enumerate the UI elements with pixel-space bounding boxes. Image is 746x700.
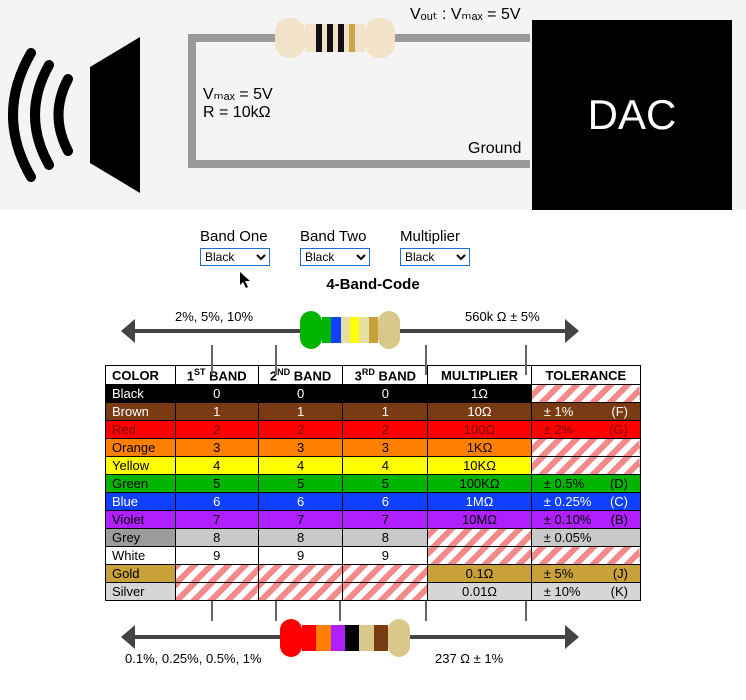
cursor-icon — [240, 272, 252, 291]
band1-select[interactable]: Black — [200, 248, 270, 266]
band-controls: Band One Black Band Two Black Multiplier… — [0, 210, 746, 276]
bottom-resistor-diagram: 0.1%, 0.25%, 0.5%, 1% 237 Ω ± 1% — [105, 605, 641, 665]
table-row: Green555100KΩ± 0.5%(D) — [106, 475, 641, 493]
table-row: White999 — [106, 547, 641, 565]
table-row: Silver0.01Ω± 10%(K) — [106, 583, 641, 601]
multiplier-select[interactable]: Black — [400, 248, 470, 266]
speaker-icon — [5, 35, 195, 195]
top-resistor-diagram: 2%, 5%, 10% 560k Ω ± 5% — [105, 295, 641, 365]
resistor-top — [275, 18, 395, 58]
band2-label: Band Two — [300, 228, 370, 245]
resistor-color-chart: 4-Band-Code 2%, 5%, 10% 560k Ω ± 5% C — [0, 276, 746, 675]
table-row: Gold0.1Ω± 5%(J) — [106, 565, 641, 583]
band2-select[interactable]: Black — [300, 248, 370, 266]
r-label: R = 10kΩ — [203, 104, 271, 122]
table-row: Blue6661MΩ± 0.25%(C) — [106, 493, 641, 511]
circuit-diagram: Vₒᵤₜ : Vₘₐₓ = 5V Vₘₐₓ = 5V R = 10kΩ Grou… — [0, 0, 746, 210]
table-row: Red222100Ω± 2%(G) — [106, 421, 641, 439]
table-row: Yellow44410KΩ — [106, 457, 641, 475]
color-code-table: COLOR 1ST BAND 2ND BAND 3RD BAND MULTIPL… — [105, 365, 641, 601]
table-row: Grey888± 0.05% — [106, 529, 641, 547]
ground-label: Ground — [468, 140, 521, 158]
table-row: Brown11110Ω± 1%(F) — [106, 403, 641, 421]
table-row: Orange3331KΩ — [106, 439, 641, 457]
table-row: Black0001Ω — [106, 385, 641, 403]
chart-title: 4-Band-Code — [105, 276, 641, 293]
multiplier-label: Multiplier — [400, 228, 470, 245]
vout-label: Vₒᵤₜ : Vₘₐₓ = 5V — [410, 4, 521, 24]
vmax-label: Vₘₐₓ = 5V — [203, 84, 273, 104]
dac-block: DAC — [532, 20, 732, 210]
band1-label: Band One — [200, 228, 270, 245]
table-row: Violet77710MΩ± 0.10%(B) — [106, 511, 641, 529]
